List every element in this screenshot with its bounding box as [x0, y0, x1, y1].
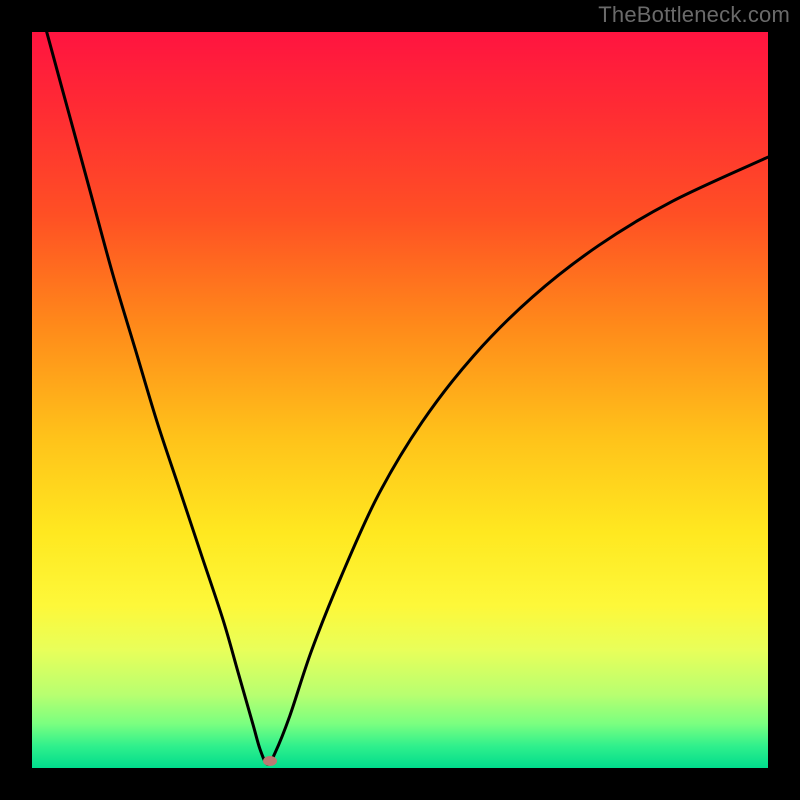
watermark-text: TheBottleneck.com	[598, 2, 790, 28]
plot-area	[32, 32, 768, 768]
chart-frame: TheBottleneck.com	[0, 0, 800, 800]
vertex-marker	[263, 756, 277, 766]
bottleneck-curve	[32, 32, 768, 768]
curve-path	[32, 32, 768, 764]
